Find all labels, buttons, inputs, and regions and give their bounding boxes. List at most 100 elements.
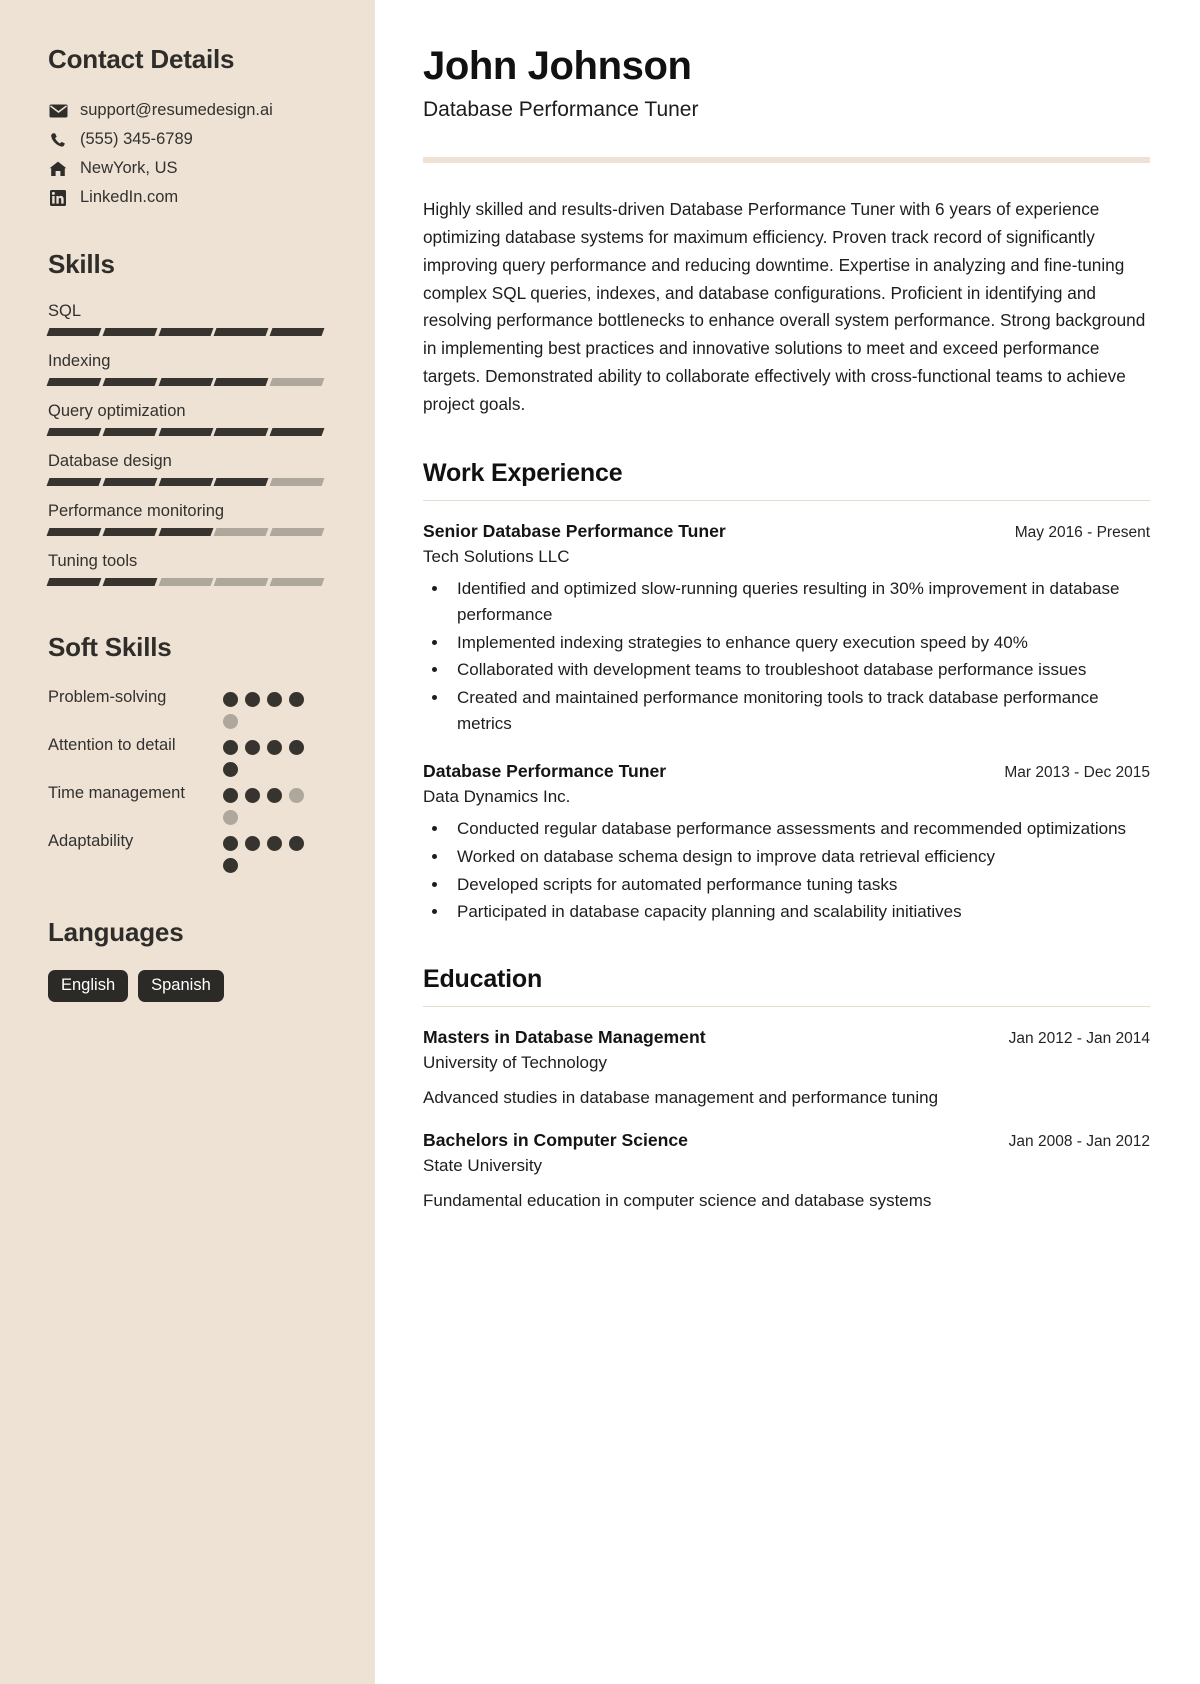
skill-bar-segment bbox=[213, 478, 269, 486]
phone-icon bbox=[48, 131, 68, 148]
soft-skills-section: Soft Skills Problem-solving Attention to … bbox=[48, 632, 329, 873]
rating-dot bbox=[289, 836, 304, 851]
soft-skill-rating bbox=[223, 685, 311, 729]
language-tag[interactable]: Spanish bbox=[138, 970, 224, 1002]
skill-level-bar bbox=[46, 478, 325, 486]
skill-bar-segment bbox=[46, 578, 102, 586]
work-bullet-item: Collaborated with development teams to t… bbox=[449, 657, 1150, 683]
soft-skill-rating bbox=[223, 733, 311, 777]
rating-dot bbox=[245, 836, 260, 851]
education-date: Jan 2008 - Jan 2012 bbox=[1008, 1133, 1150, 1151]
work-entry-date: Mar 2013 - Dec 2015 bbox=[1004, 763, 1150, 781]
contact-email-text: support@resumedesign.ai bbox=[80, 101, 273, 119]
rating-dot bbox=[223, 858, 238, 873]
rating-dot bbox=[223, 788, 238, 803]
work-entry-bullets: Conducted regular database performance a… bbox=[449, 816, 1150, 925]
skill-label: Query optimization bbox=[48, 402, 186, 420]
soft-skill-label: Problem-solving bbox=[48, 688, 167, 706]
skill-level-bar bbox=[46, 378, 325, 386]
skill-bar-segment bbox=[102, 478, 158, 486]
soft-skill-label: Attention to detail bbox=[48, 736, 176, 754]
resume-page: Contact Details support@resumedesign.ai … bbox=[0, 0, 1200, 1684]
skill-bar-segment bbox=[269, 328, 325, 336]
skill-bar-segment bbox=[46, 528, 102, 536]
skill-level-bar bbox=[46, 528, 325, 536]
skill-bar-segment bbox=[213, 378, 269, 386]
work-entry-date: May 2016 - Present bbox=[1014, 523, 1150, 541]
rating-dot bbox=[223, 740, 238, 755]
rating-dot bbox=[289, 692, 304, 707]
education-description: Advanced studies in database management … bbox=[423, 1088, 939, 1108]
rating-dot bbox=[245, 740, 260, 755]
work-entry-role: Senior Database Performance Tuner bbox=[423, 520, 726, 541]
envelope-icon bbox=[48, 102, 68, 119]
education-date: Jan 2012 - Jan 2014 bbox=[1008, 1030, 1150, 1048]
skill-bar-segment bbox=[102, 428, 158, 436]
soft-skill-item: Problem-solving bbox=[48, 685, 329, 729]
work-entry-company: Data Dynamics Inc. bbox=[423, 786, 571, 806]
education-divider bbox=[423, 1006, 1150, 1008]
soft-skill-item: Adaptability bbox=[48, 829, 329, 873]
rating-dot bbox=[289, 788, 304, 803]
main-content: John Johnson Database Performance Tuner … bbox=[375, 0, 1200, 1684]
contact-item-location[interactable]: NewYork, US bbox=[48, 159, 329, 178]
contact-location-text: NewYork, US bbox=[80, 159, 178, 177]
skill-bar-segment bbox=[46, 478, 102, 486]
work-bullet-item: Worked on database schema design to impr… bbox=[449, 844, 1150, 870]
languages-section: Languages English Spanish bbox=[48, 917, 329, 1002]
work-bullet-item: Implemented indexing strategies to enhan… bbox=[449, 630, 1150, 656]
education-heading: Education bbox=[423, 965, 543, 994]
work-experience-list: Senior Database Performance Tuner May 201… bbox=[423, 521, 1150, 925]
skills-section: Skills SQL Indexing Query optimization Data… bbox=[46, 249, 329, 586]
skill-item: Performance monitoring bbox=[46, 502, 329, 536]
contact-item-email[interactable]: support@resumedesign.ai bbox=[48, 101, 329, 120]
work-bullet-item: Developed scripts for automated performa… bbox=[449, 872, 1150, 898]
rating-dot bbox=[223, 714, 238, 729]
work-entry-header: Senior Database Performance Tuner May 201… bbox=[423, 521, 1150, 542]
work-experience-divider bbox=[423, 499, 1150, 501]
skill-label: Tuning tools bbox=[48, 552, 138, 570]
work-entry-bullets: Identified and optimized slow-running qu… bbox=[449, 576, 1150, 737]
soft-skill-item: Attention to detail bbox=[48, 733, 329, 777]
rating-dot bbox=[267, 788, 282, 803]
education-list: Masters in Database Management Jan 2012 -… bbox=[423, 1027, 1150, 1211]
skill-bar-segment bbox=[158, 578, 213, 586]
skill-bar-segment bbox=[46, 328, 102, 336]
work-entry-role: Database Performance Tuner bbox=[423, 760, 667, 781]
contact-item-linkedin[interactable]: LinkedIn.com bbox=[48, 188, 329, 207]
contact-details-heading: Contact Details bbox=[48, 44, 235, 74]
skill-bar-segment bbox=[102, 378, 158, 386]
candidate-job-title: Database Performance Tuner bbox=[423, 98, 699, 121]
language-tag[interactable]: English bbox=[48, 970, 129, 1002]
home-icon bbox=[48, 160, 68, 177]
skill-item: Database design bbox=[46, 452, 329, 486]
skills-list: SQL Indexing Query optimization Database de… bbox=[46, 302, 329, 586]
work-bullet-item: Created and maintained performance monit… bbox=[449, 685, 1150, 737]
soft-skill-rating bbox=[223, 781, 311, 825]
work-bullet-item: Identified and optimized slow-running qu… bbox=[449, 576, 1150, 628]
contact-item-phone[interactable]: (555) 345-6789 bbox=[48, 130, 329, 149]
work-bullet-item: Conducted regular database performance a… bbox=[449, 816, 1150, 842]
skill-bar-segment bbox=[269, 528, 325, 536]
education-school: University of Technology bbox=[423, 1053, 607, 1073]
skill-bar-segment bbox=[158, 378, 213, 386]
language-tag-list: English Spanish bbox=[48, 970, 329, 1002]
soft-skills-heading: Soft Skills bbox=[48, 632, 172, 662]
professional-summary: Highly skilled and results-driven Databa… bbox=[423, 199, 1146, 415]
soft-skills-list: Problem-solving Attention to detail Time m… bbox=[48, 685, 329, 873]
skill-label: SQL bbox=[48, 302, 82, 320]
soft-skill-item: Time management bbox=[48, 781, 329, 825]
soft-skill-label: Adaptability bbox=[48, 832, 134, 850]
work-entry: Database Performance Tuner Mar 2013 - Dec… bbox=[423, 761, 1150, 925]
rating-dot bbox=[267, 836, 282, 851]
education-description: Fundamental education in computer scienc… bbox=[423, 1191, 932, 1211]
education-entry: Bachelors in Computer Science Jan 2008 - … bbox=[423, 1130, 1150, 1211]
skill-bar-segment bbox=[269, 378, 325, 386]
rating-dot bbox=[245, 788, 260, 803]
skill-bar-segment bbox=[158, 478, 213, 486]
skill-bar-segment bbox=[213, 328, 269, 336]
education-entry: Masters in Database Management Jan 2012 -… bbox=[423, 1027, 1150, 1108]
skills-heading: Skills bbox=[48, 249, 115, 279]
rating-dot bbox=[223, 836, 238, 851]
languages-heading: Languages bbox=[48, 917, 184, 947]
